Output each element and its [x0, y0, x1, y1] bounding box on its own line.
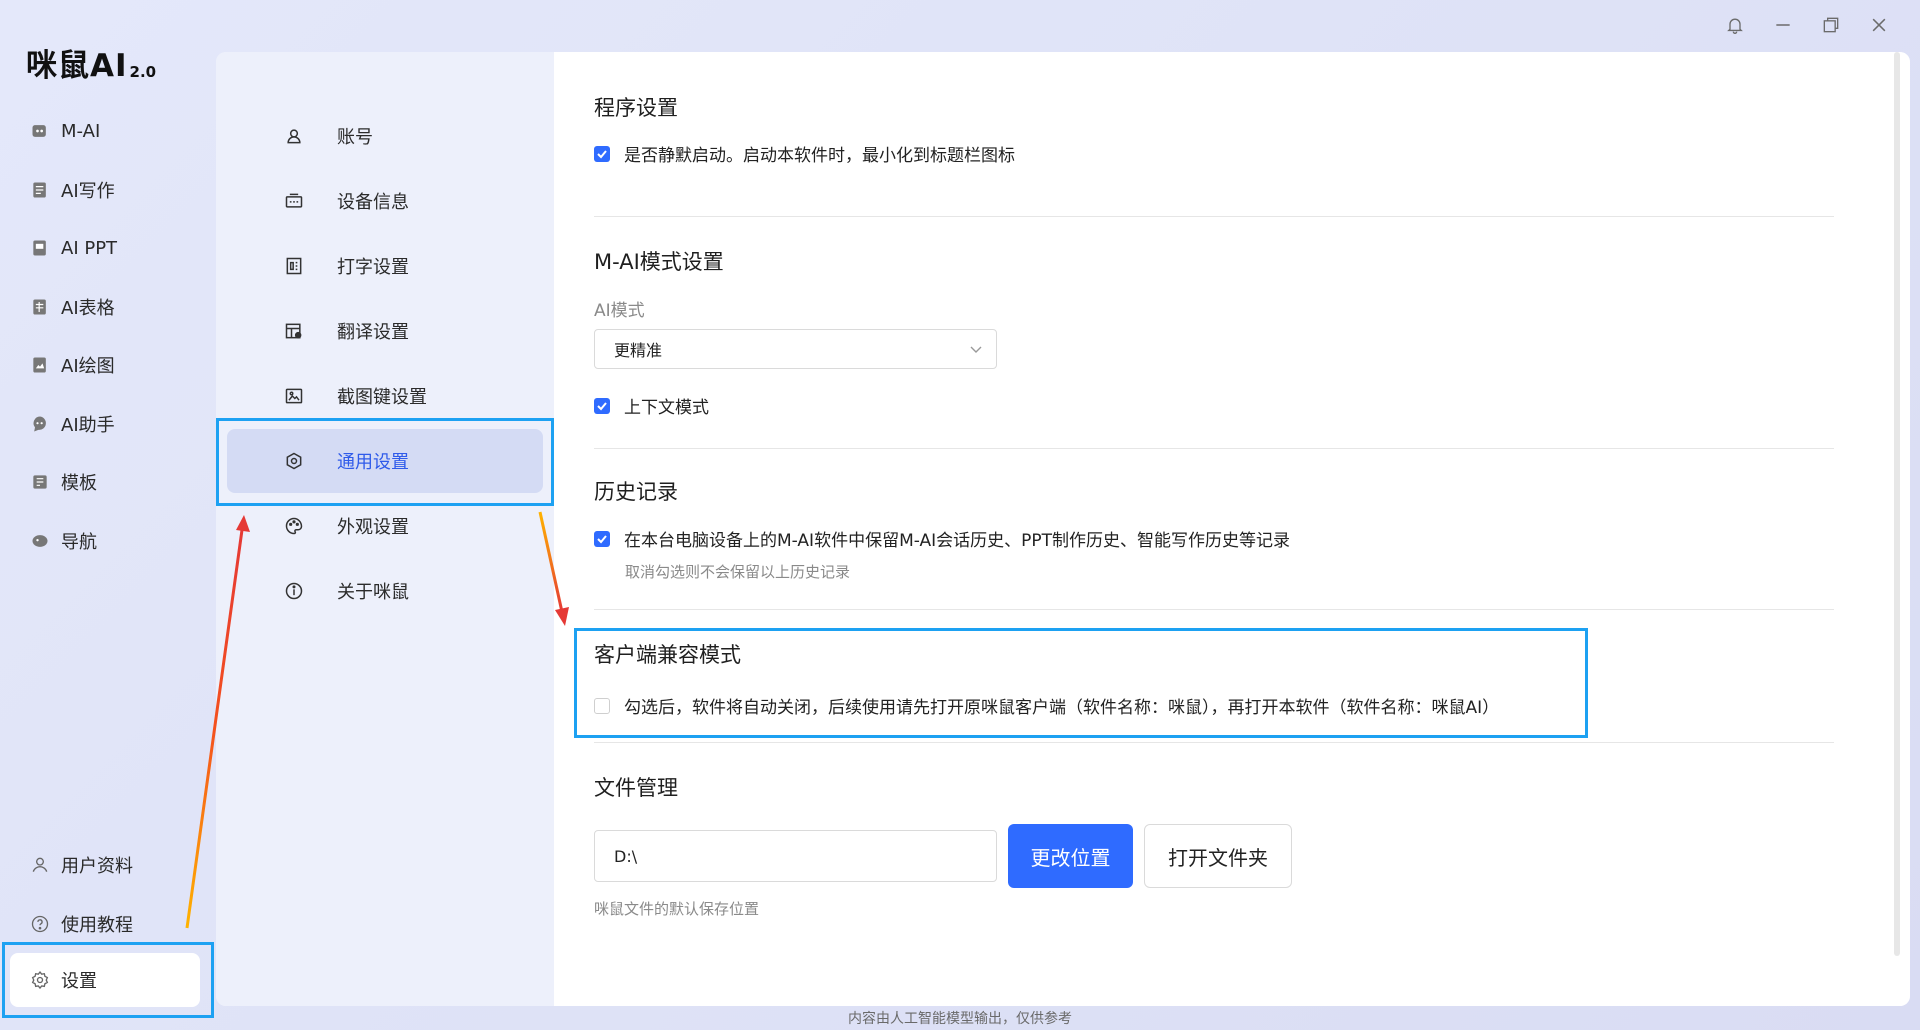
- footer-disclaimer: 内容由人工智能模型输出，仅供参考: [848, 1011, 1072, 1027]
- section-title: M-AI模式设置: [594, 250, 724, 274]
- ai-mode-label: AI模式: [594, 301, 645, 321]
- sidebar-item-label: 用户资料: [61, 856, 133, 878]
- sidebar-item-label: 使用教程: [61, 914, 133, 936]
- sidebar-item-navigation[interactable]: 导航: [0, 512, 210, 571]
- subnav-item-label: 账号: [337, 127, 373, 148]
- section-title: 历史记录: [594, 480, 678, 504]
- section-history: 历史记录 在本台电脑设备上的M-AI软件中保留M-AI会话历史、PPT制作历史、…: [594, 476, 1834, 582]
- keep-history-label: 在本台电脑设备上的M-AI软件中保留M-AI会话历史、PPT制作历史、智能写作历…: [624, 531, 1291, 551]
- screenshot-icon: [283, 385, 305, 407]
- navigation-icon: [29, 530, 51, 552]
- subnav-item-translate[interactable]: 翻译设置: [227, 299, 543, 363]
- sidebar-item-m-ai[interactable]: M-AI: [0, 102, 210, 161]
- context-mode-label: 上下文模式: [624, 398, 709, 418]
- sidebar-item-label: AI PPT: [61, 237, 118, 259]
- silent-start-checkbox[interactable]: [594, 145, 610, 162]
- help-icon: [29, 913, 51, 935]
- sidebar-item-label: M-AI: [61, 120, 101, 142]
- open-folder-button[interactable]: 打开文件夹: [1144, 824, 1292, 888]
- account-icon: [283, 125, 305, 147]
- divider: [594, 609, 1834, 610]
- highlight-compat-mode: [574, 628, 1588, 738]
- window-controls: [1724, 14, 1890, 36]
- subnav-item-device-info[interactable]: 设备信息: [227, 169, 543, 233]
- sidebar-item-ai-paint[interactable]: AI绘图: [0, 336, 210, 395]
- silent-start-option: 是否静默启动。启动本软件时，最小化到标题栏图标: [594, 141, 1834, 166]
- sidebar-item-ai-write[interactable]: AI写作: [0, 161, 210, 220]
- robot-icon: [29, 120, 51, 142]
- brand-name: 咪鼠AI: [26, 48, 128, 84]
- divider: [594, 448, 1834, 449]
- section-files: 文件管理 D:\ 更改位置 打开文件夹 咪鼠文件的默认保存位置: [594, 772, 1834, 919]
- info-icon: [283, 580, 305, 602]
- file-path-hint: 咪鼠文件的默认保存位置: [594, 900, 760, 918]
- keep-history-checkbox[interactable]: [594, 530, 610, 547]
- brand-version: 2.0: [129, 63, 157, 81]
- translate-icon: [283, 320, 305, 342]
- paint-icon: [29, 354, 51, 376]
- highlight-settings: [2, 942, 214, 1018]
- template-icon: [29, 471, 51, 493]
- app-logo: 咪鼠AI 2.0: [26, 40, 156, 85]
- subnav-item-label: 截图键设置: [337, 387, 427, 408]
- sidebar-item-label: AI助手: [61, 414, 115, 436]
- sidebar-item-template[interactable]: 模板: [0, 453, 210, 512]
- table-icon: [29, 296, 51, 318]
- palette-icon: [283, 515, 305, 537]
- chevron-down-icon: [970, 346, 982, 353]
- divider: [594, 216, 1834, 217]
- sidebar-item-ai-ppt[interactable]: AI PPT: [0, 219, 210, 278]
- settings-subnav: 账号 设备信息 打字设置 翻译设置 截图键设置 通用设置 外观设置 关于咪鼠: [216, 52, 554, 1006]
- device-icon: [283, 190, 305, 212]
- settings-panel: 账号 设备信息 打字设置 翻译设置 截图键设置 通用设置 外观设置 关于咪鼠 程…: [216, 52, 1910, 1006]
- sidebar-item-ai-table[interactable]: AI表格: [0, 278, 210, 337]
- subnav-item-label: 外观设置: [337, 517, 409, 538]
- sidebar-item-ai-assistant[interactable]: AI助手: [0, 395, 210, 454]
- settings-content: 程序设置 是否静默启动。启动本软件时，最小化到标题栏图标 M-AI模式设置 AI…: [554, 52, 1910, 1006]
- section-mai: M-AI模式设置 AI模式 更精准 上下文模式: [594, 246, 1834, 418]
- section-title: 文件管理: [594, 776, 678, 800]
- sidebar-nav: M-AI AI写作 AI PPT AI表格 AI绘图 AI助手 模板 导航: [0, 102, 210, 570]
- restore-icon[interactable]: [1820, 14, 1842, 36]
- assistant-icon: [29, 413, 51, 435]
- context-mode-checkbox[interactable]: [594, 397, 610, 414]
- subnav-item-label: 设备信息: [337, 192, 409, 213]
- user-icon: [29, 854, 51, 876]
- write-icon: [29, 179, 51, 201]
- subnav-item-about[interactable]: 关于咪鼠: [227, 559, 543, 623]
- bell-icon[interactable]: [1724, 14, 1746, 36]
- subnav-item-label: 打字设置: [337, 257, 409, 278]
- context-mode-option: 上下文模式: [594, 393, 1834, 418]
- ppt-icon: [29, 237, 51, 259]
- silent-start-label: 是否静默启动。启动本软件时，最小化到标题栏图标: [624, 146, 1015, 166]
- ai-mode-value: 更精准: [614, 341, 663, 360]
- section-title: 程序设置: [594, 96, 678, 120]
- typing-icon: [283, 255, 305, 277]
- sidebar-item-user-profile[interactable]: 用户资料: [0, 836, 210, 895]
- subnav-item-label: 关于咪鼠: [337, 582, 409, 603]
- change-location-button[interactable]: 更改位置: [1008, 824, 1133, 888]
- sidebar-item-label: 模板: [61, 473, 97, 495]
- sidebar-item-label: 导航: [61, 531, 97, 553]
- history-hint: 取消勾选则不会保留以上历史记录: [625, 563, 851, 581]
- close-icon[interactable]: [1868, 14, 1890, 36]
- ai-mode-select[interactable]: 更精准: [594, 329, 997, 369]
- section-program: 程序设置 是否静默启动。启动本软件时，最小化到标题栏图标: [594, 92, 1834, 166]
- minimize-icon[interactable]: [1772, 14, 1794, 36]
- scrollbar[interactable]: [1894, 52, 1900, 956]
- file-path-input[interactable]: D:\: [594, 830, 997, 882]
- subnav-item-typing[interactable]: 打字设置: [227, 234, 543, 298]
- divider: [594, 742, 1834, 743]
- file-path-row: D:\ 更改位置 打开文件夹: [594, 824, 1834, 888]
- keep-history-option: 在本台电脑设备上的M-AI软件中保留M-AI会话历史、PPT制作历史、智能写作历…: [594, 526, 1834, 551]
- sidebar-item-label: AI写作: [61, 180, 115, 202]
- sidebar-item-label: AI表格: [61, 297, 115, 319]
- highlight-general-settings: [216, 418, 554, 506]
- subnav-item-account[interactable]: 账号: [227, 104, 543, 168]
- sidebar-item-label: AI绘图: [61, 356, 115, 378]
- subnav-item-label: 翻译设置: [337, 322, 409, 343]
